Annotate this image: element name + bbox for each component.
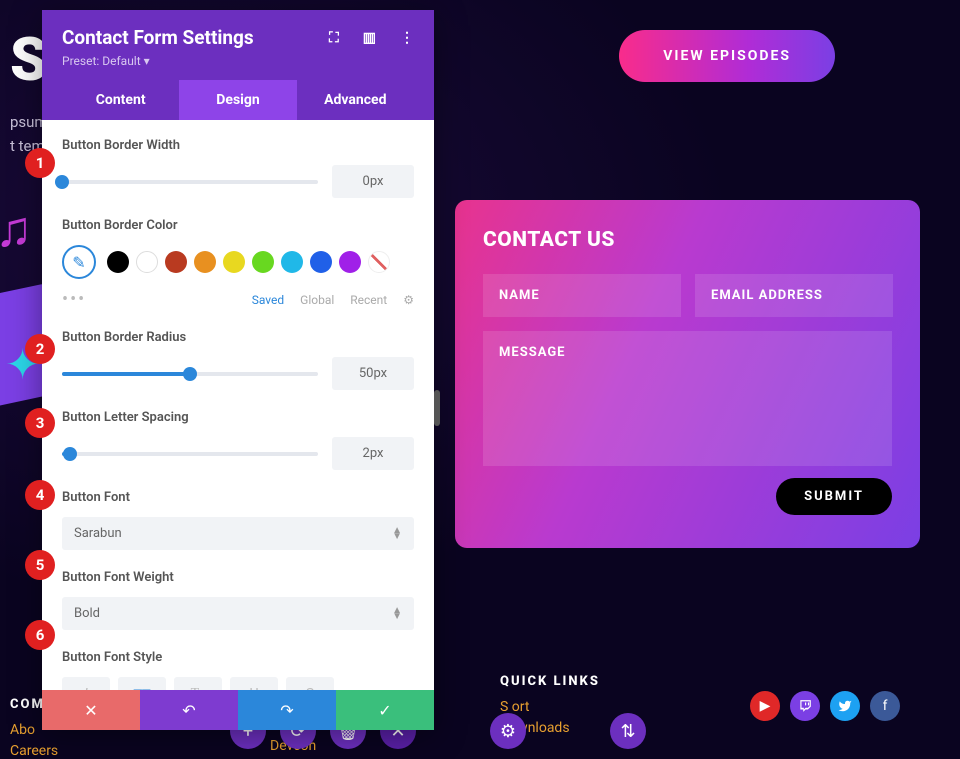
letter-spacing-label: Button Letter Spacing (62, 410, 414, 425)
font-select[interactable]: Sarabun ▲▼ (62, 517, 414, 550)
panel-scrollbar[interactable] (434, 390, 440, 426)
border-radius-slider[interactable] (62, 372, 318, 376)
color-tab-recent[interactable]: Recent (350, 293, 387, 307)
twitter-icon[interactable] (830, 691, 860, 721)
preset-dropdown[interactable]: Preset: Default ▾ (62, 54, 414, 68)
strikethrough-button[interactable]: S (286, 677, 334, 690)
panel-footer: ✕ ↶ ↷ ✓ (42, 690, 434, 730)
color-swatch-cyan[interactable] (281, 251, 303, 273)
annotation-badge-2: 2 (25, 334, 55, 364)
color-swatch-white[interactable] (136, 251, 158, 273)
facebook-icon[interactable]: f (870, 691, 900, 721)
panel-title-text: Contact Form Settings (62, 26, 254, 49)
annotation-badge-4: 4 (25, 480, 55, 510)
email-field[interactable] (695, 274, 893, 317)
tab-content[interactable]: Content (62, 80, 179, 120)
panel-body[interactable]: Button Border Width 0px Button Border Co… (42, 120, 434, 690)
letter-spacing-value[interactable]: 2px (332, 437, 414, 470)
contact-form-preview: CONTACT US SUBMIT (455, 200, 920, 548)
border-width-label: Button Border Width (62, 138, 414, 153)
color-swatch-brown[interactable] (165, 251, 187, 273)
tab-design[interactable]: Design (179, 80, 296, 120)
more-colors-icon[interactable]: ••• (62, 289, 86, 310)
font-style-label: Button Font Style (62, 650, 414, 665)
expand-icon[interactable]: ⛶ (329, 30, 339, 46)
twitch-icon[interactable] (790, 691, 820, 721)
youtube-icon[interactable]: ▶ (750, 691, 780, 721)
border-radius-label: Button Border Radius (62, 330, 414, 345)
more-icon[interactable]: ⋮ (400, 30, 414, 46)
color-swatch-green[interactable] (252, 251, 274, 273)
uppercase-button[interactable]: TT (118, 677, 166, 690)
music-note-icon: ♫ (0, 200, 33, 259)
annotation-badge-6: 6 (25, 620, 55, 650)
tab-advanced[interactable]: Advanced (297, 80, 414, 120)
footer-quicklinks-heading: QUICK LINKS (500, 674, 600, 689)
color-tab-global[interactable]: Global (300, 293, 334, 307)
color-swatch-orange[interactable] (194, 251, 216, 273)
italic-button[interactable]: I (62, 677, 110, 690)
name-field[interactable] (483, 274, 681, 317)
border-width-slider[interactable] (62, 180, 318, 184)
color-swatch-black[interactable] (107, 251, 129, 273)
view-episodes-button[interactable]: VIEW EPISODES (619, 30, 835, 82)
annotation-badge-1: 1 (25, 148, 55, 178)
color-tab-saved[interactable]: Saved (252, 293, 284, 307)
undo-button[interactable]: ↶ (140, 690, 238, 730)
eyedropper-icon[interactable]: ✎ (62, 245, 96, 279)
border-color-label: Button Border Color (62, 218, 414, 233)
color-swatch-yellow[interactable] (223, 251, 245, 273)
border-radius-value[interactable]: 50px (332, 357, 414, 390)
select-arrows-icon: ▲▼ (392, 608, 402, 620)
font-label: Button Font (62, 490, 414, 505)
font-weight-select[interactable]: Bold ▲▼ (62, 597, 414, 630)
font-weight-label: Button Font Weight (62, 570, 414, 585)
settings-panel: Contact Form Settings ⛶ ▥ ⋮ Preset: Defa… (42, 10, 434, 730)
select-arrows-icon: ▲▼ (392, 528, 402, 540)
color-swatch-none[interactable] (368, 251, 390, 273)
color-swatch-purple[interactable] (339, 251, 361, 273)
annotation-badge-3: 3 (25, 408, 55, 438)
annotation-badge-5: 5 (25, 550, 55, 580)
letter-spacing-slider[interactable] (62, 452, 318, 456)
color-swatch-blue[interactable] (310, 251, 332, 273)
responsive-icon[interactable]: ▥ (363, 30, 376, 46)
redo-button[interactable]: ↷ (238, 690, 336, 730)
section-settings-button[interactable]: ⚙ (490, 713, 526, 749)
save-button[interactable]: ✓ (336, 690, 434, 730)
underline-button[interactable]: U (230, 677, 278, 690)
cancel-button[interactable]: ✕ (42, 690, 140, 730)
divi-section-toolbar: ⚙ ⇅ (480, 703, 656, 759)
message-field[interactable] (483, 331, 892, 466)
contact-heading: CONTACT US (483, 228, 892, 252)
smallcaps-button[interactable]: Tᴛ (174, 677, 222, 690)
submit-button[interactable]: SUBMIT (776, 478, 892, 515)
panel-header: Contact Form Settings ⛶ ▥ ⋮ Preset: Defa… (42, 10, 434, 120)
section-sort-button[interactable]: ⇅ (610, 713, 646, 749)
border-width-value[interactable]: 0px (332, 165, 414, 198)
footer-link-careers[interactable]: Careers (10, 743, 58, 759)
color-settings-icon[interactable]: ⚙ (403, 293, 414, 307)
